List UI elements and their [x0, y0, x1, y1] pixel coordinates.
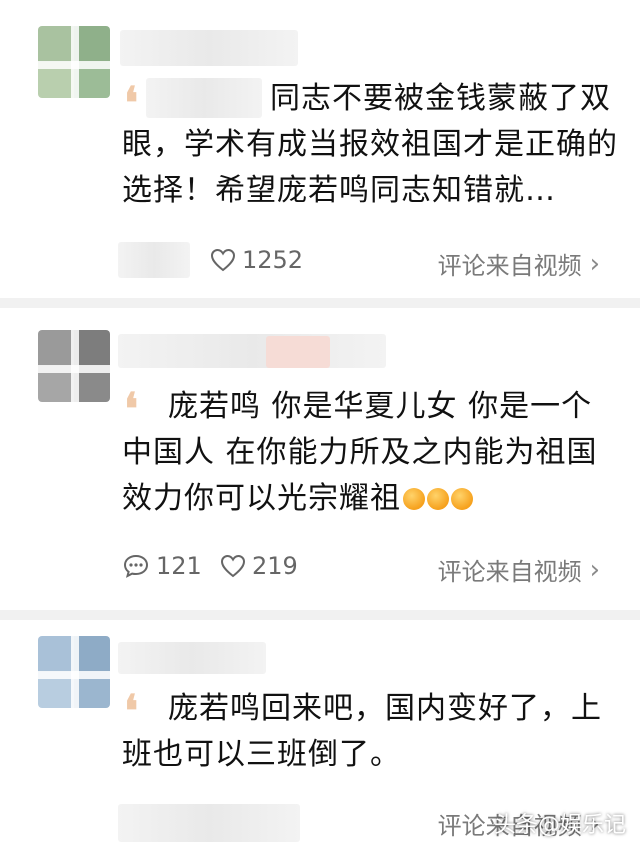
- comment-bubble-icon: [123, 554, 149, 578]
- comment-card-1: ❛ 同志不要被金钱蒙蔽了双眼，学术有成当报效祖国才是正确的选择！希望庞若鸣同志知…: [0, 0, 640, 298]
- like-button[interactable]: 1252: [210, 246, 303, 274]
- thumbs-up-emoji-icon: [401, 481, 473, 516]
- source-link[interactable]: 评论来自视频 ›: [438, 246, 600, 281]
- divider: [0, 610, 640, 620]
- chevron-right-icon: ›: [589, 554, 600, 585]
- avatar[interactable]: [38, 636, 110, 708]
- like-button[interactable]: 219: [220, 552, 298, 580]
- watermark: 头条@娱乐记: [494, 807, 626, 839]
- reply-button[interactable]: 121: [122, 552, 202, 580]
- source-label: 评论来自视频: [437, 252, 582, 280]
- comment-card-2: ❛ 庞若鸣 你是华夏儿女 你是一个中国人 在你能力所及之内能为祖国效力你可以光宗…: [0, 308, 640, 610]
- heart-icon: [210, 248, 236, 272]
- reply-count: 121: [156, 552, 202, 580]
- username-blurred[interactable]: [118, 642, 266, 674]
- source-label: 评论来自视频: [437, 558, 582, 586]
- comment-text: 庞若鸣回来吧，国内变好了，上班也可以三班倒了。: [122, 686, 622, 778]
- avatar[interactable]: [38, 26, 110, 98]
- heart-icon: [220, 554, 246, 578]
- meta-blurred: [118, 804, 300, 842]
- comment-text: 同志不要被金钱蒙蔽了双眼，学术有成当报效祖国才是正确的选择！希望庞若鸣同志知错就…: [122, 81, 618, 208]
- username-blurred[interactable]: [120, 30, 298, 66]
- like-count: 1252: [242, 246, 304, 274]
- divider: [0, 298, 640, 308]
- comment-body: 庞若鸣 你是华夏儿女 你是一个中国人 在你能力所及之内能为祖国效力你可以光宗耀祖: [122, 389, 598, 516]
- comment-body: 庞若鸣回来吧，国内变好了，上班也可以三班倒了。: [122, 691, 602, 772]
- badge-blurred: [266, 336, 330, 368]
- username-blurred[interactable]: [118, 334, 386, 368]
- watermark-text: 头条@娱乐记: [493, 813, 626, 838]
- source-link[interactable]: 评论来自视频 ›: [438, 552, 600, 587]
- avatar[interactable]: [38, 330, 110, 402]
- chevron-right-icon: ›: [589, 248, 600, 279]
- like-count: 219: [252, 552, 298, 580]
- comment-text: 庞若鸣 你是华夏儿女 你是一个中国人 在你能力所及之内能为祖国效力你可以光宗耀祖: [122, 384, 622, 522]
- reply-count-blurred: [118, 242, 190, 278]
